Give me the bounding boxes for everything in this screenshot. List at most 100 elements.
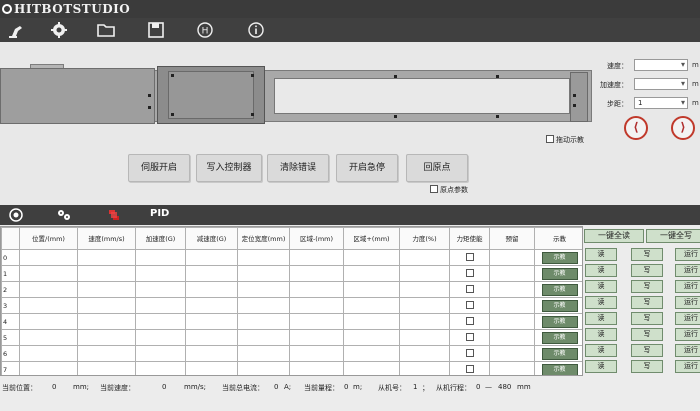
torque-enable-checkbox[interactable] <box>465 348 474 357</box>
cell-pos-width[interactable] <box>237 281 290 298</box>
hitbot-h-icon[interactable]: H <box>196 21 214 39</box>
torque-enable-checkbox[interactable] <box>465 316 474 325</box>
row-write-button[interactable]: 写 <box>631 296 663 309</box>
cell-position[interactable] <box>19 297 78 314</box>
cell-position[interactable] <box>19 313 78 330</box>
row-write-button[interactable]: 写 <box>631 360 663 373</box>
cell-decel[interactable] <box>185 249 238 266</box>
row-run-button[interactable]: 运行 <box>675 280 700 293</box>
cell-force[interactable] <box>399 361 450 375</box>
servo-on-button[interactable]: 伺服开启 <box>128 154 190 182</box>
cell-force[interactable] <box>399 313 450 330</box>
cell-torque-enable[interactable] <box>449 249 490 266</box>
row-run-button[interactable]: 运行 <box>675 328 700 341</box>
cell-accel[interactable] <box>135 249 186 266</box>
cell-decel[interactable] <box>185 297 238 314</box>
return-home-button[interactable]: 回原点 <box>406 154 468 182</box>
cell-pos-width[interactable] <box>237 313 290 330</box>
write-all-button[interactable]: 一键全写 <box>646 229 700 243</box>
cell-accel[interactable] <box>135 297 186 314</box>
cell-force[interactable] <box>399 297 450 314</box>
cell-torque-enable[interactable] <box>449 313 490 330</box>
cell-reserved[interactable] <box>489 281 535 298</box>
cell-zone-plus[interactable] <box>343 329 400 346</box>
cell-torque-enable[interactable] <box>449 281 490 298</box>
accel-select[interactable] <box>634 78 688 90</box>
cell-pos-width[interactable] <box>237 297 290 314</box>
checkbox-box[interactable] <box>430 185 438 193</box>
save-icon[interactable] <box>147 21 165 39</box>
row-run-button[interactable]: 运行 <box>675 264 700 277</box>
cell-decel[interactable] <box>185 361 238 375</box>
teach-button[interactable]: 示教 <box>541 315 578 328</box>
cell-zone-plus[interactable] <box>343 361 400 375</box>
cell-decel[interactable] <box>185 345 238 362</box>
cell-force[interactable] <box>399 345 450 362</box>
row-run-button[interactable]: 运行 <box>675 312 700 325</box>
step-select[interactable]: 1 <box>634 97 688 109</box>
cell-speed[interactable] <box>77 345 136 362</box>
cell-accel[interactable] <box>135 281 186 298</box>
cell-torque-enable[interactable] <box>449 329 490 346</box>
cell-decel[interactable] <box>185 281 238 298</box>
torque-enable-checkbox[interactable] <box>465 284 474 293</box>
cell-force[interactable] <box>399 249 450 266</box>
cell-zone-minus[interactable] <box>289 281 344 298</box>
python-icon[interactable] <box>106 207 122 223</box>
cell-reserved[interactable] <box>489 329 535 346</box>
teach-button[interactable]: 示教 <box>541 347 578 360</box>
torque-enable-checkbox[interactable] <box>465 364 474 373</box>
cell-decel[interactable] <box>185 329 238 346</box>
row-write-button[interactable]: 写 <box>631 312 663 325</box>
cell-force[interactable] <box>399 265 450 282</box>
jog-backward-button[interactable]: ⟨ <box>624 116 648 140</box>
cell-zone-minus[interactable] <box>289 361 344 375</box>
write-controller-button[interactable]: 写入控制器 <box>196 154 262 182</box>
cell-speed[interactable] <box>77 329 136 346</box>
cell-force[interactable] <box>399 329 450 346</box>
cell-pos-width[interactable] <box>237 249 290 266</box>
cell-zone-minus[interactable] <box>289 265 344 282</box>
row-read-button[interactable]: 读 <box>585 328 617 341</box>
cell-pos-width[interactable] <box>237 329 290 346</box>
teach-button[interactable]: 示教 <box>541 331 578 344</box>
row-run-button[interactable]: 运行 <box>675 296 700 309</box>
torque-enable-checkbox[interactable] <box>465 332 474 341</box>
cell-speed[interactable] <box>77 313 136 330</box>
row-read-button[interactable]: 读 <box>585 360 617 373</box>
row-read-button[interactable]: 读 <box>585 296 617 309</box>
row-write-button[interactable]: 写 <box>631 264 663 277</box>
cell-zone-minus[interactable] <box>289 297 344 314</box>
checkbox-box[interactable] <box>546 135 554 143</box>
cell-torque-enable[interactable] <box>449 345 490 362</box>
cell-position[interactable] <box>19 281 78 298</box>
torque-enable-checkbox[interactable] <box>465 300 474 309</box>
teach-button[interactable]: 示教 <box>541 299 578 312</box>
cell-accel[interactable] <box>135 345 186 362</box>
teach-button[interactable]: 示教 <box>541 251 578 264</box>
speed-select[interactable] <box>634 59 688 71</box>
row-read-button[interactable]: 读 <box>585 312 617 325</box>
cell-position[interactable] <box>19 249 78 266</box>
row-run-button[interactable]: 运行 <box>675 360 700 373</box>
cell-zone-plus[interactable] <box>343 313 400 330</box>
cell-force[interactable] <box>399 281 450 298</box>
row-read-button[interactable]: 读 <box>585 264 617 277</box>
cell-position[interactable] <box>19 345 78 362</box>
info-icon[interactable] <box>247 21 265 39</box>
cell-reserved[interactable] <box>489 361 535 375</box>
row-write-button[interactable]: 写 <box>631 248 663 261</box>
row-read-button[interactable]: 读 <box>585 344 617 357</box>
cell-torque-enable[interactable] <box>449 265 490 282</box>
cell-reserved[interactable] <box>489 313 535 330</box>
cell-zone-minus[interactable] <box>289 345 344 362</box>
clear-error-button[interactable]: 清除错误 <box>267 154 329 182</box>
row-run-button[interactable]: 运行 <box>675 344 700 357</box>
cell-zone-plus[interactable] <box>343 249 400 266</box>
cell-zone-minus[interactable] <box>289 313 344 330</box>
cell-speed[interactable] <box>77 281 136 298</box>
cell-speed[interactable] <box>77 265 136 282</box>
teach-button[interactable]: 示教 <box>541 283 578 296</box>
cell-speed[interactable] <box>77 249 136 266</box>
cell-torque-enable[interactable] <box>449 297 490 314</box>
